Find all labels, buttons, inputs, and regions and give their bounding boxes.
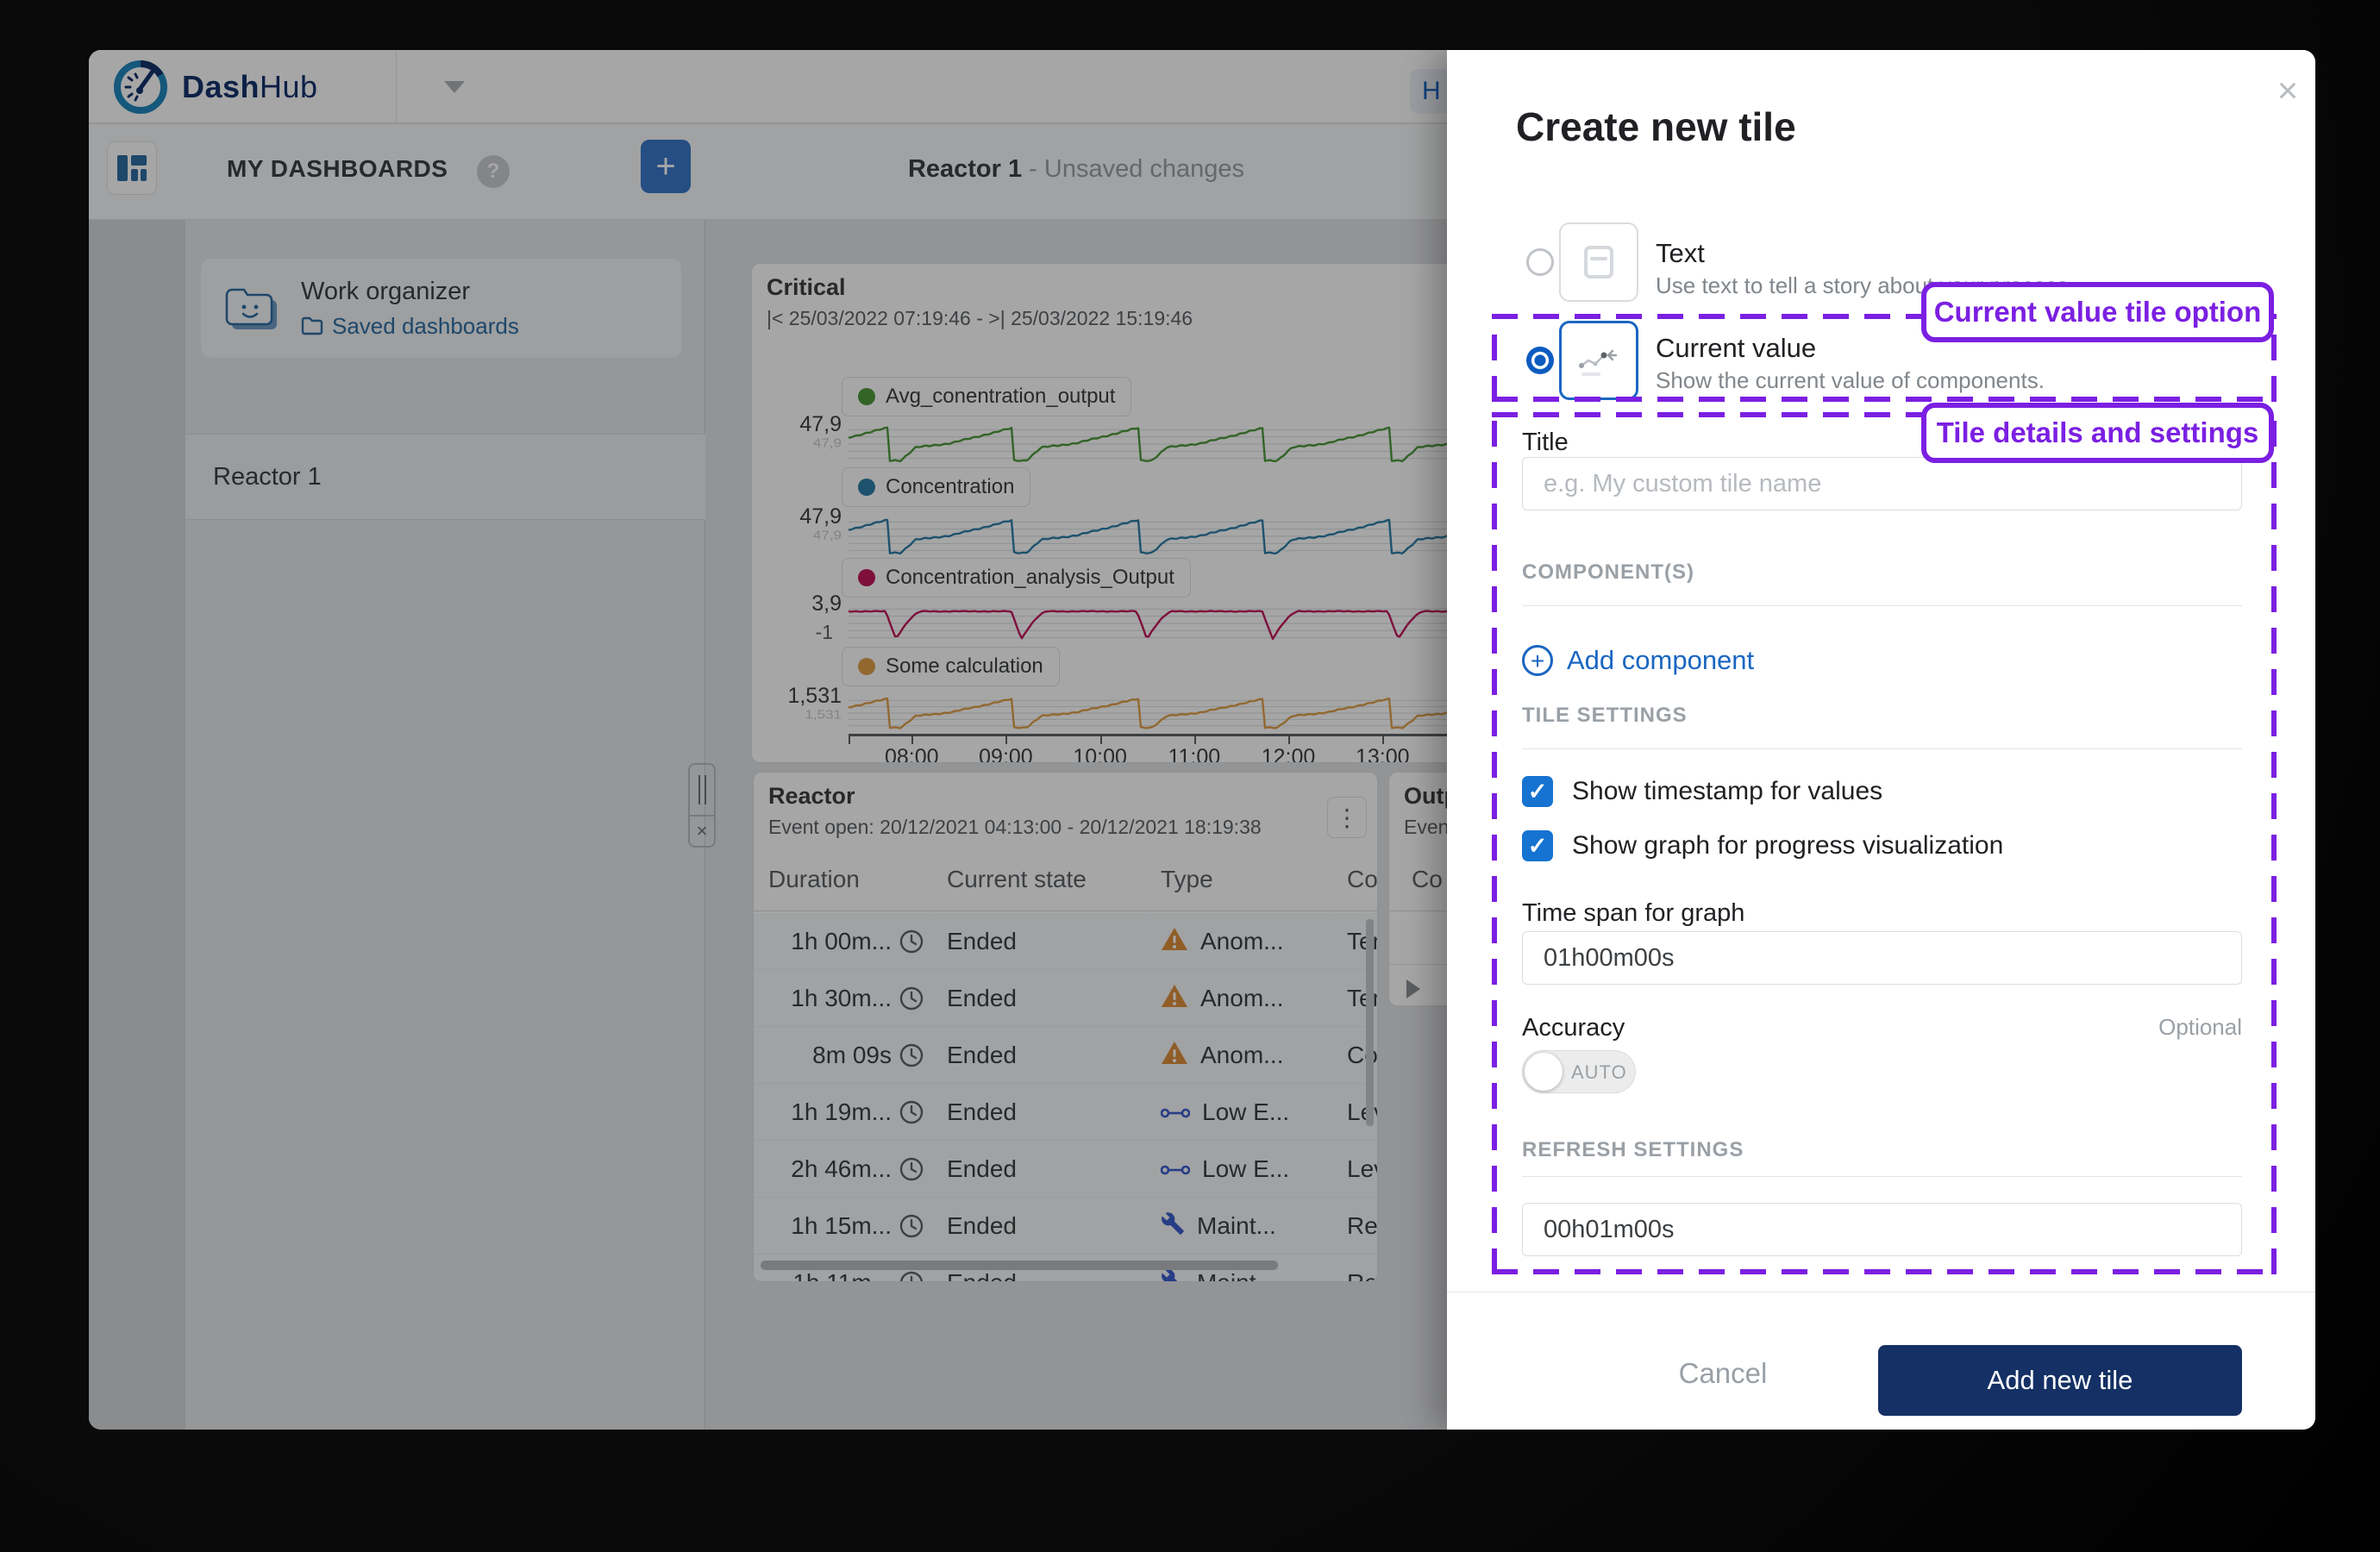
close-icon[interactable]: × — [2268, 71, 2308, 110]
annotation-label-current-value: Current value tile option — [1921, 282, 2274, 342]
text-tile-icon[interactable] — [1559, 222, 1638, 302]
create-tile-modal: × Create new tile Text Use text to tell … — [1447, 50, 2315, 1430]
text-option-label[interactable]: Text — [1656, 238, 1705, 269]
app-window: DashHub H MY DASHBOARDS ? + Reactor 1 - — [89, 50, 2315, 1430]
annotation-label-tile-details: Tile details and settings — [1921, 403, 2274, 463]
add-new-tile-button[interactable]: Add new tile — [1878, 1345, 2242, 1416]
annotation-box-tile-details — [1492, 412, 2277, 1274]
cancel-button[interactable]: Cancel — [1654, 1357, 1792, 1390]
radio-text-option[interactable] — [1526, 248, 1554, 276]
screenshot-stage: DashHub H MY DASHBOARDS ? + Reactor 1 - — [0, 0, 2380, 1552]
modal-title: Create new tile — [1516, 103, 1796, 150]
